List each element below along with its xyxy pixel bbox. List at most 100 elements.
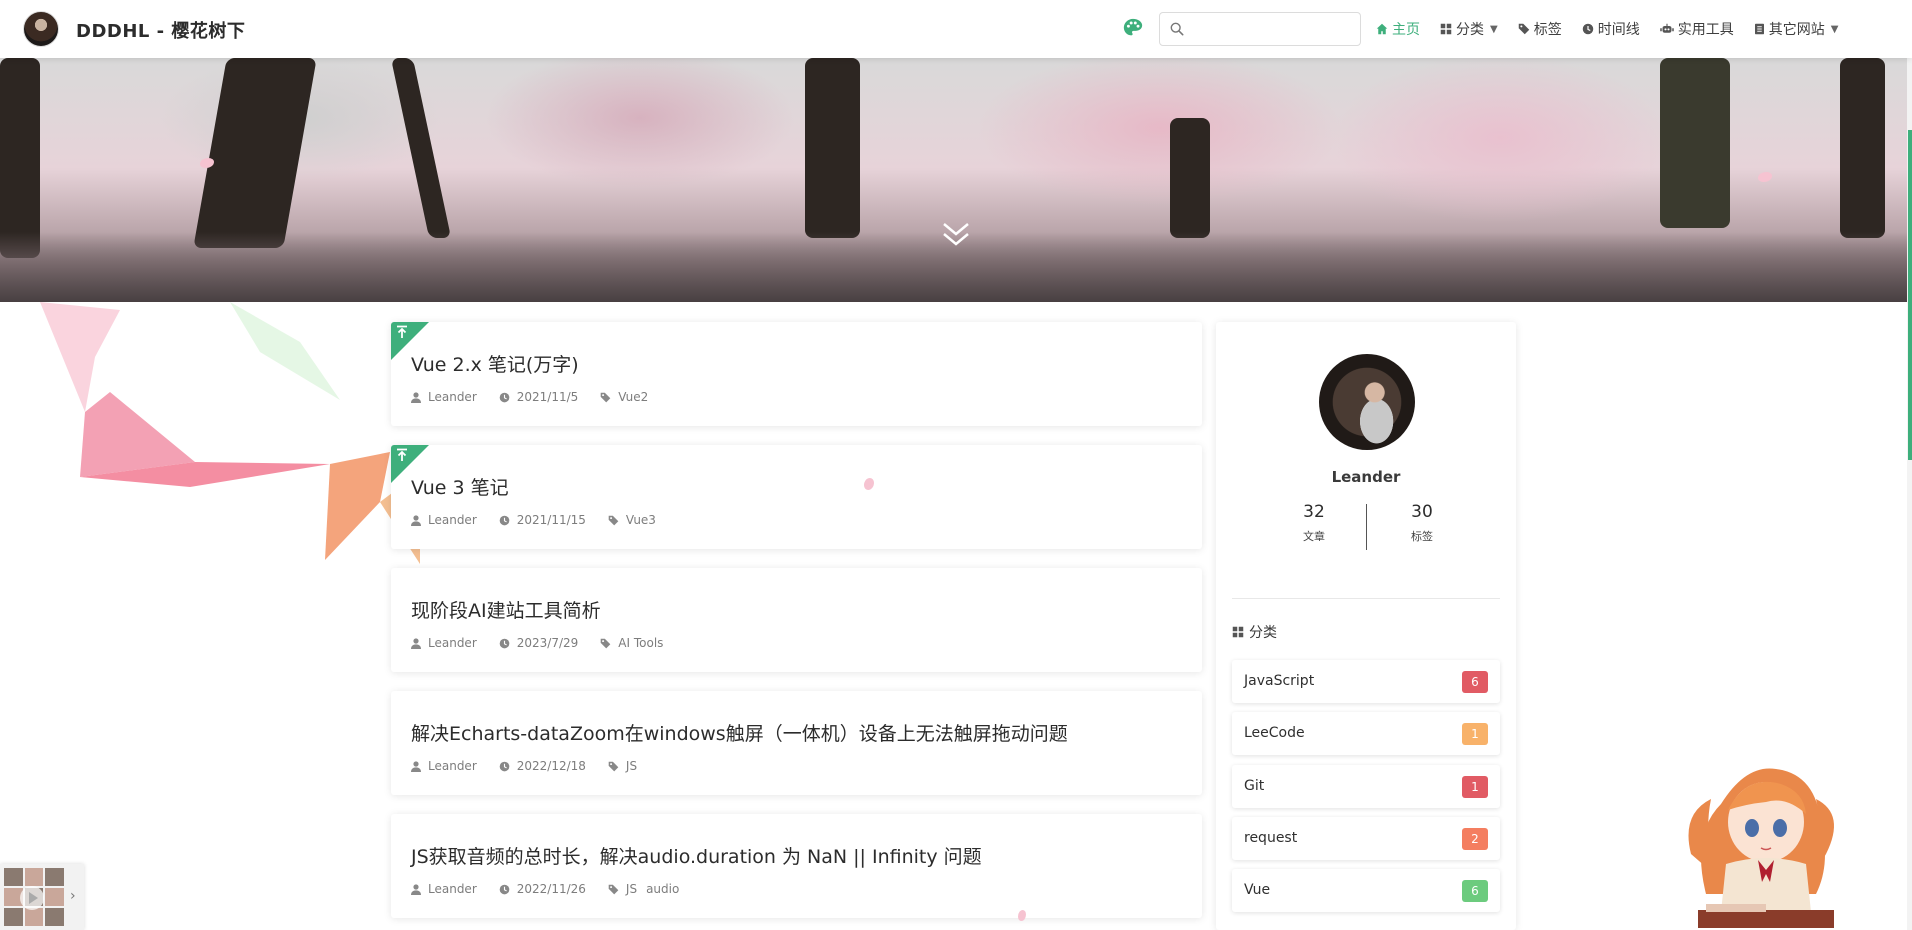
user-icon [411,760,421,772]
post-tags[interactable]: Vue2 [600,390,648,404]
grid-icon [1440,23,1452,35]
category-item[interactable]: request 2 [1232,817,1500,860]
nav-tags[interactable]: 标签 [1518,19,1562,39]
book-icon [1754,23,1764,35]
play-button[interactable] [20,886,44,910]
post-card[interactable]: 解决Echarts-dataZoom在windows触屏（一体机）设备上无法触屏… [391,691,1202,795]
robot-icon [1659,23,1674,33]
post-title[interactable]: JS获取音频的总时长，解决audio.duration 为 NaN || Inf… [411,842,982,869]
search-box[interactable] [1159,12,1361,46]
site-title[interactable]: DDDHL - 樱花树下 [76,17,245,43]
petal-decoration [1758,172,1772,182]
stat-tags[interactable]: 30 标签 [1382,502,1462,544]
chevron-double-down-icon[interactable] [940,218,972,250]
nav-tools[interactable]: 实用工具 [1659,19,1734,39]
tree-trunk [0,58,40,258]
music-player[interactable]: › [0,864,84,930]
post-card[interactable]: Vue 3 笔记 Leander 2021/11/15 Vue3 [391,445,1202,549]
post-card[interactable]: 现阶段AI建站工具简析 Leander 2023/7/29 AI Tools [391,568,1202,672]
pin-top-icon [397,325,407,338]
categories-header: 分类 [1232,622,1277,642]
grid-icon [1232,626,1244,638]
category-count-badge: 6 [1462,880,1488,902]
top-navbar: DDDHL - 樱花树下 主页 分类 ▼ 标签 时间线 实用工具 其它网站 ▼ [0,0,1912,58]
stat-articles-value: 32 [1303,502,1325,522]
category-name: Git [1244,778,1265,794]
tag-icon [1518,23,1529,35]
clock-icon [499,515,510,525]
post-tags[interactable]: Vue3 [608,513,656,527]
post-title[interactable]: Vue 2.x 笔记(万字) [411,350,579,377]
post-title[interactable]: 解决Echarts-dataZoom在windows触屏（一体机）设备上无法触屏… [411,719,1068,746]
nav-tags-label: 标签 [1533,22,1562,38]
post-meta: Leander 2022/12/18 JS [411,759,659,773]
nav-categories-label: 分类 [1456,22,1484,38]
profile-sidebar: Leander 32 文章 30 标签 分类 JavaScript 6 LeeC… [1216,322,1516,930]
user-icon [411,883,421,895]
user-icon [411,514,421,526]
post-tags[interactable]: JS audio [608,882,679,896]
nav-home[interactable]: 主页 [1376,19,1420,39]
post-author[interactable]: Leander [411,882,477,896]
page-scrollbar-thumb[interactable] [1908,130,1912,460]
post-author[interactable]: Leander [411,390,477,404]
sidebar-divider [1232,598,1500,599]
play-icon [29,892,38,904]
tree-trunk [1840,58,1885,238]
post-date: 2021/11/15 [499,513,586,527]
nav-timeline[interactable]: 时间线 [1582,19,1640,39]
stat-articles[interactable]: 32 文章 [1274,502,1354,544]
post-author[interactable]: Leander [411,759,477,773]
tree-trunk [1170,118,1210,238]
post-author[interactable]: Leander [411,513,477,527]
post-meta: Leander 2022/11/26 JS audio [411,882,701,896]
profile-avatar [1319,354,1415,450]
category-name: request [1244,830,1298,846]
pin-top-icon [397,448,407,461]
home-icon [1376,23,1388,35]
nav-categories[interactable]: 分类 ▼ [1440,19,1498,39]
anime-mascot[interactable] [1686,744,1846,930]
ribbon-decoration [40,302,420,564]
tree-trunk [1660,58,1730,228]
stat-tags-value: 30 [1411,502,1433,522]
chevron-right-icon[interactable]: › [70,888,76,904]
category-item[interactable]: Vue 6 [1232,869,1500,912]
clock-icon [499,884,510,894]
search-input[interactable] [1190,17,1355,41]
post-title[interactable]: 现阶段AI建站工具简析 [411,596,601,623]
tree-trunk [805,58,860,238]
post-date: 2022/12/18 [499,759,586,773]
clock-icon [499,761,510,771]
tree-trunk [193,58,317,248]
post-card[interactable]: JS获取音频的总时长，解决audio.duration 为 NaN || Inf… [391,814,1202,918]
post-tags[interactable]: JS [608,759,637,773]
clock-icon [499,638,510,648]
site-logo-avatar[interactable] [23,11,59,47]
search-icon [1170,22,1184,36]
nav-home-label: 主页 [1392,22,1420,38]
post-author[interactable]: Leander [411,636,477,650]
petal-decoration [1018,910,1026,921]
post-date: 2022/11/26 [499,882,586,896]
category-count-badge: 6 [1462,671,1488,693]
palette-icon[interactable] [1122,17,1144,39]
tag-icon [600,392,611,402]
post-tags[interactable]: AI Tools [600,636,663,650]
post-date: 2021/11/5 [499,390,578,404]
chevron-down-icon: ▼ [1490,23,1498,35]
stat-tags-label: 标签 [1411,530,1433,543]
category-item[interactable]: Git 1 [1232,765,1500,808]
category-name: LeeCode [1244,725,1305,741]
post-title[interactable]: Vue 3 笔记 [411,473,509,500]
tag-icon [608,761,619,771]
category-count-badge: 1 [1462,776,1488,798]
post-card[interactable]: Vue 2.x 笔记(万字) Leander 2021/11/5 Vue2 [391,322,1202,426]
hero-banner [0,58,1912,302]
category-item[interactable]: LeeCode 1 [1232,712,1500,755]
category-count-badge: 2 [1462,828,1488,850]
tag-icon [608,515,619,525]
main-nav: 主页 分类 ▼ 标签 时间线 实用工具 其它网站 ▼ [1376,19,1858,39]
category-item[interactable]: JavaScript 6 [1232,660,1500,703]
nav-other-sites[interactable]: 其它网站 ▼ [1754,19,1838,39]
